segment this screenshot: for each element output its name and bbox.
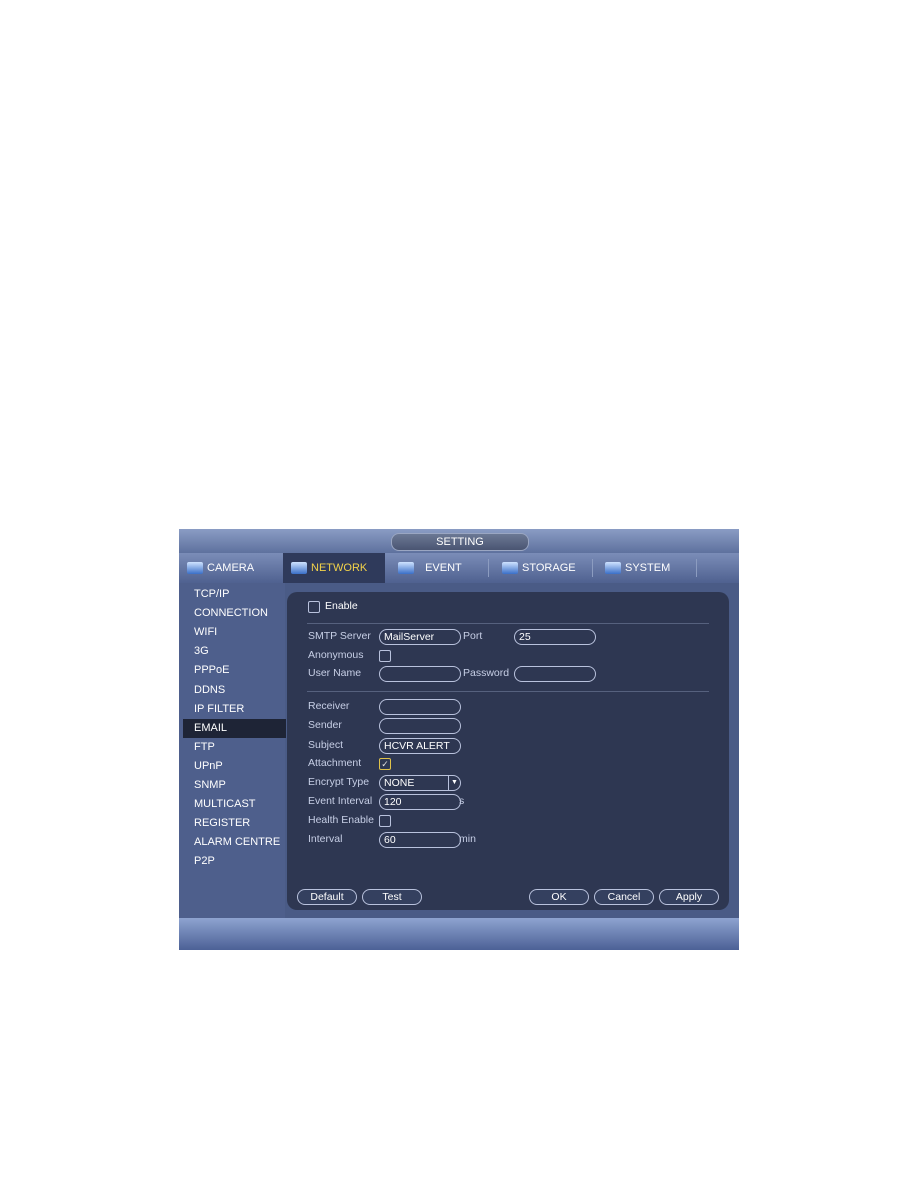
receiver-label: Receiver (308, 700, 350, 712)
port-label: Port (463, 630, 483, 642)
sidebar-item-email[interactable]: EMAIL (183, 718, 286, 738)
divider (307, 691, 709, 692)
interval-unit: min (459, 833, 476, 845)
sidebar-item-p2p[interactable]: P2P (183, 852, 286, 871)
chevron-down-icon: ▼ (448, 776, 460, 790)
tab-storage[interactable]: STORAGE (502, 553, 576, 583)
tab-network[interactable]: NETWORK (283, 553, 385, 583)
port-input[interactable]: 25 (514, 629, 596, 645)
sidebar-item-tcp-ip[interactable]: TCP/IP (183, 585, 286, 604)
encrypt-type-value: NONE (384, 777, 415, 789)
main-tabs: CAMERA NETWORK EVENT STORAGE SYSTEM (179, 553, 739, 583)
tab-label: EVENT (425, 562, 462, 574)
sidebar-item-3g[interactable]: 3G (183, 642, 286, 661)
event-interval-label: Event Interval (308, 795, 373, 807)
sidebar-item-register[interactable]: REGISTER (183, 814, 286, 833)
health-enable-checkbox[interactable] (379, 815, 391, 827)
default-button[interactable]: Default (297, 889, 357, 905)
system-icon (605, 562, 621, 574)
check-icon: ✓ (381, 759, 389, 769)
bottom-bar (179, 918, 739, 950)
subject-label: Subject (308, 739, 344, 751)
tab-divider (592, 559, 593, 577)
network-icon (291, 562, 307, 574)
tab-system[interactable]: SYSTEM (605, 553, 670, 583)
window-title: SETTING (391, 533, 529, 551)
attachment-checkbox[interactable]: ✓ (379, 758, 391, 770)
test-button[interactable]: Test (362, 889, 422, 905)
tab-label: STORAGE (522, 562, 576, 574)
tab-label: SYSTEM (625, 562, 671, 574)
sidebar-item-multicast[interactable]: MULTICAST (183, 795, 286, 814)
tab-divider (488, 559, 489, 577)
subject-input[interactable]: HCVR ALERT (379, 738, 461, 754)
enable-label: Enable (325, 600, 358, 612)
tab-label: CAMERA (207, 562, 255, 574)
sidebar-item-wifi[interactable]: WIFI (183, 623, 286, 642)
encrypt-type-select[interactable]: NONE ▼ (379, 775, 461, 791)
password-label: Password (463, 667, 510, 679)
interval-label: Interval (308, 833, 343, 845)
email-settings-panel: Enable SMTP Server MailServer Port 25 An… (287, 592, 729, 910)
tab-divider (696, 559, 697, 577)
sidebar-item-ftp[interactable]: FTP (183, 738, 286, 757)
smtp-server-label: SMTP Server (308, 630, 371, 642)
user-name-input[interactable] (379, 666, 461, 682)
divider (307, 623, 709, 624)
camera-icon (187, 562, 203, 574)
encrypt-type-label: Encrypt Type (308, 776, 370, 788)
storage-icon (502, 562, 518, 574)
apply-button[interactable]: Apply (659, 889, 719, 905)
event-icon (398, 562, 414, 574)
tab-event[interactable]: EVENT (398, 553, 462, 583)
sidebar-item-snmp[interactable]: SNMP (183, 776, 286, 795)
tab-camera[interactable]: CAMERA (187, 553, 254, 583)
cancel-button[interactable]: Cancel (594, 889, 654, 905)
anonymous-label: Anonymous (308, 649, 364, 661)
enable-checkbox[interactable] (308, 601, 320, 613)
password-input[interactable] (514, 666, 596, 682)
settings-window: SETTING CAMERA NETWORK EVENT STORAGE SYS… (179, 529, 739, 950)
health-enable-label: Health Enable (308, 814, 374, 826)
sidebar: TCP/IP CONNECTION WIFI 3G PPPoE DDNS IP FILTER… (179, 583, 286, 918)
attachment-label: Attachment (308, 757, 362, 769)
sender-label: Sender (308, 719, 342, 731)
sidebar-item-pppoe[interactable]: PPPoE (183, 661, 286, 680)
smtp-server-input[interactable]: MailServer (379, 629, 461, 645)
tab-label: NETWORK (311, 562, 368, 574)
interval-input[interactable]: 60 (379, 832, 461, 848)
anonymous-checkbox[interactable] (379, 650, 391, 662)
event-interval-unit: s (459, 795, 465, 807)
user-name-label: User Name (308, 667, 362, 679)
event-interval-input[interactable]: 120 (379, 794, 461, 810)
title-bar: SETTING (179, 529, 739, 553)
sidebar-item-connection[interactable]: CONNECTION (183, 604, 286, 623)
ok-button[interactable]: OK (529, 889, 589, 905)
sidebar-item-ip-filter[interactable]: IP FILTER (183, 700, 286, 719)
sidebar-item-ddns[interactable]: DDNS (183, 681, 286, 700)
sidebar-item-upnp[interactable]: UPnP (183, 757, 286, 776)
sidebar-item-alarm-centre[interactable]: ALARM CENTRE (183, 833, 286, 852)
receiver-input[interactable] (379, 699, 461, 715)
sender-input[interactable] (379, 718, 461, 734)
